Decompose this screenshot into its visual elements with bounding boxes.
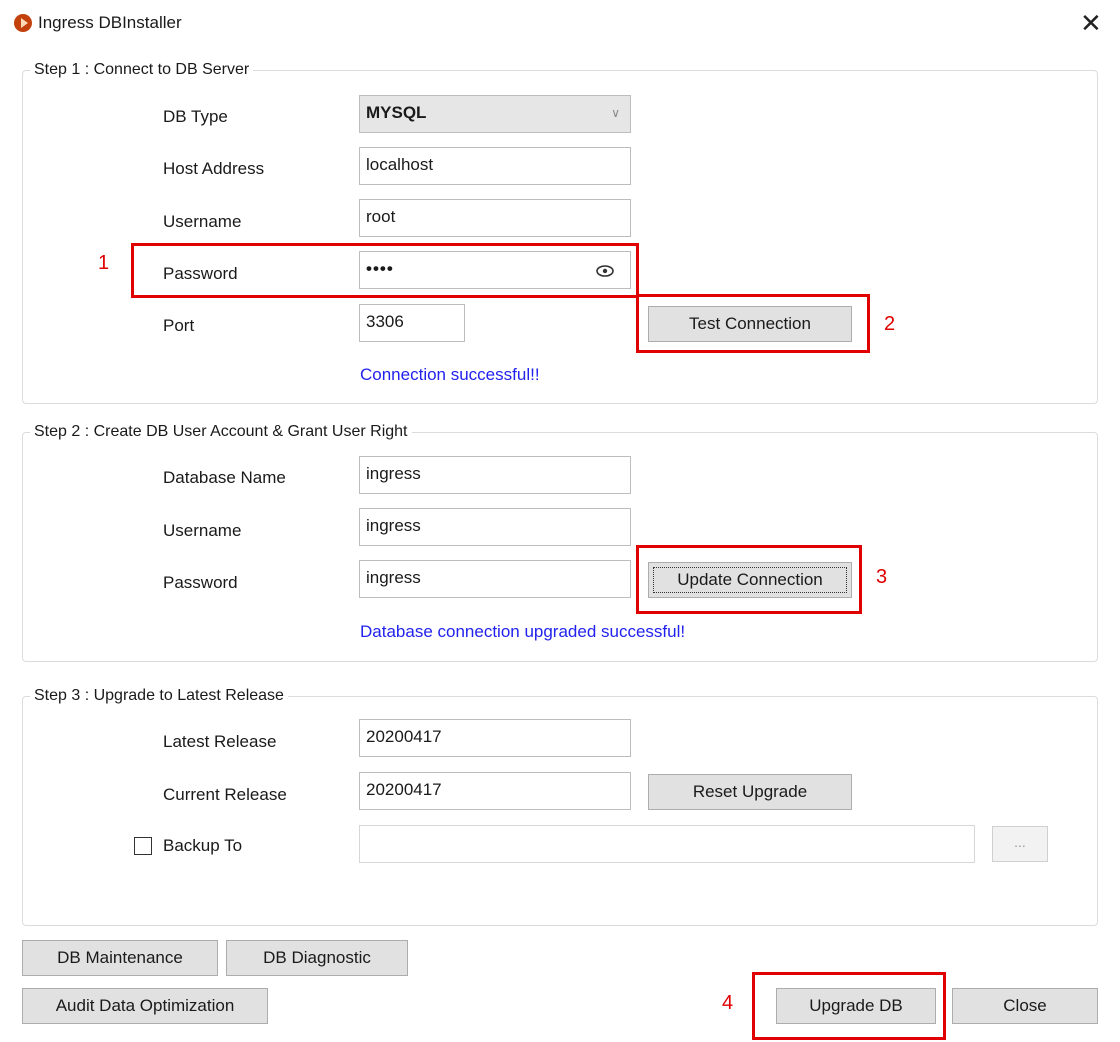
db-type-label: DB Type xyxy=(163,107,228,126)
close-button[interactable]: Close xyxy=(952,988,1098,1024)
db-username-input[interactable]: ingress xyxy=(359,508,631,546)
chevron-down-icon: ∨ xyxy=(611,106,620,120)
window-title: Ingress DBInstaller xyxy=(38,13,182,32)
current-release-label: Current Release xyxy=(163,785,287,804)
host-input[interactable]: localhost xyxy=(359,147,631,185)
annotation-number-4: 4 xyxy=(722,992,734,1014)
annotation-box-3 xyxy=(636,545,862,614)
backup-label: Backup To xyxy=(163,836,243,855)
username-label: Username xyxy=(163,212,242,231)
app-logo-icon xyxy=(14,14,32,32)
host-label: Host Address xyxy=(163,159,265,178)
db-type-select[interactable]: MYSQL ∨ xyxy=(359,95,631,133)
db-password-label: Password xyxy=(163,573,238,592)
db-diagnostic-button[interactable]: DB Diagnostic xyxy=(226,940,408,976)
annotation-number-3: 3 xyxy=(876,566,888,588)
reset-upgrade-button[interactable]: Reset Upgrade xyxy=(648,774,852,810)
annotation-box-2 xyxy=(636,294,870,353)
latest-release-label: Latest Release xyxy=(163,732,277,751)
port-input[interactable]: 3306 xyxy=(359,304,465,342)
db-username-label: Username xyxy=(163,521,242,540)
browse-button[interactable]: ... xyxy=(992,826,1048,862)
db-type-value: MYSQL xyxy=(366,103,427,122)
backup-path-input[interactable] xyxy=(359,825,975,863)
step1-status: Connection successful!! xyxy=(360,365,540,384)
annotation-number-2: 2 xyxy=(884,313,896,335)
dbname-label: Database Name xyxy=(163,468,286,487)
dbname-input[interactable]: ingress xyxy=(359,456,631,494)
audit-data-optimization-button[interactable]: Audit Data Optimization xyxy=(22,988,268,1024)
db-maintenance-button[interactable]: DB Maintenance xyxy=(22,940,218,976)
annotation-box-1 xyxy=(131,243,639,298)
port-label: Port xyxy=(163,316,195,335)
current-release-input[interactable]: 20200417 xyxy=(359,772,631,810)
db-password-input[interactable]: ingress xyxy=(359,560,631,598)
window-close-icon[interactable]: ✕ xyxy=(1080,10,1102,36)
annotation-box-4 xyxy=(752,972,946,1040)
step1-legend: Step 1 : Connect to DB Server xyxy=(30,61,254,79)
latest-release-input[interactable]: 20200417 xyxy=(359,719,631,757)
step3-legend: Step 3 : Upgrade to Latest Release xyxy=(30,687,288,705)
annotation-number-1: 1 xyxy=(98,252,110,274)
step2-status: Database connection upgraded successful! xyxy=(360,622,686,641)
backup-checkbox[interactable] xyxy=(134,837,152,855)
step2-legend: Step 2 : Create DB User Account & Grant … xyxy=(30,423,412,441)
username-input[interactable]: root xyxy=(359,199,631,237)
